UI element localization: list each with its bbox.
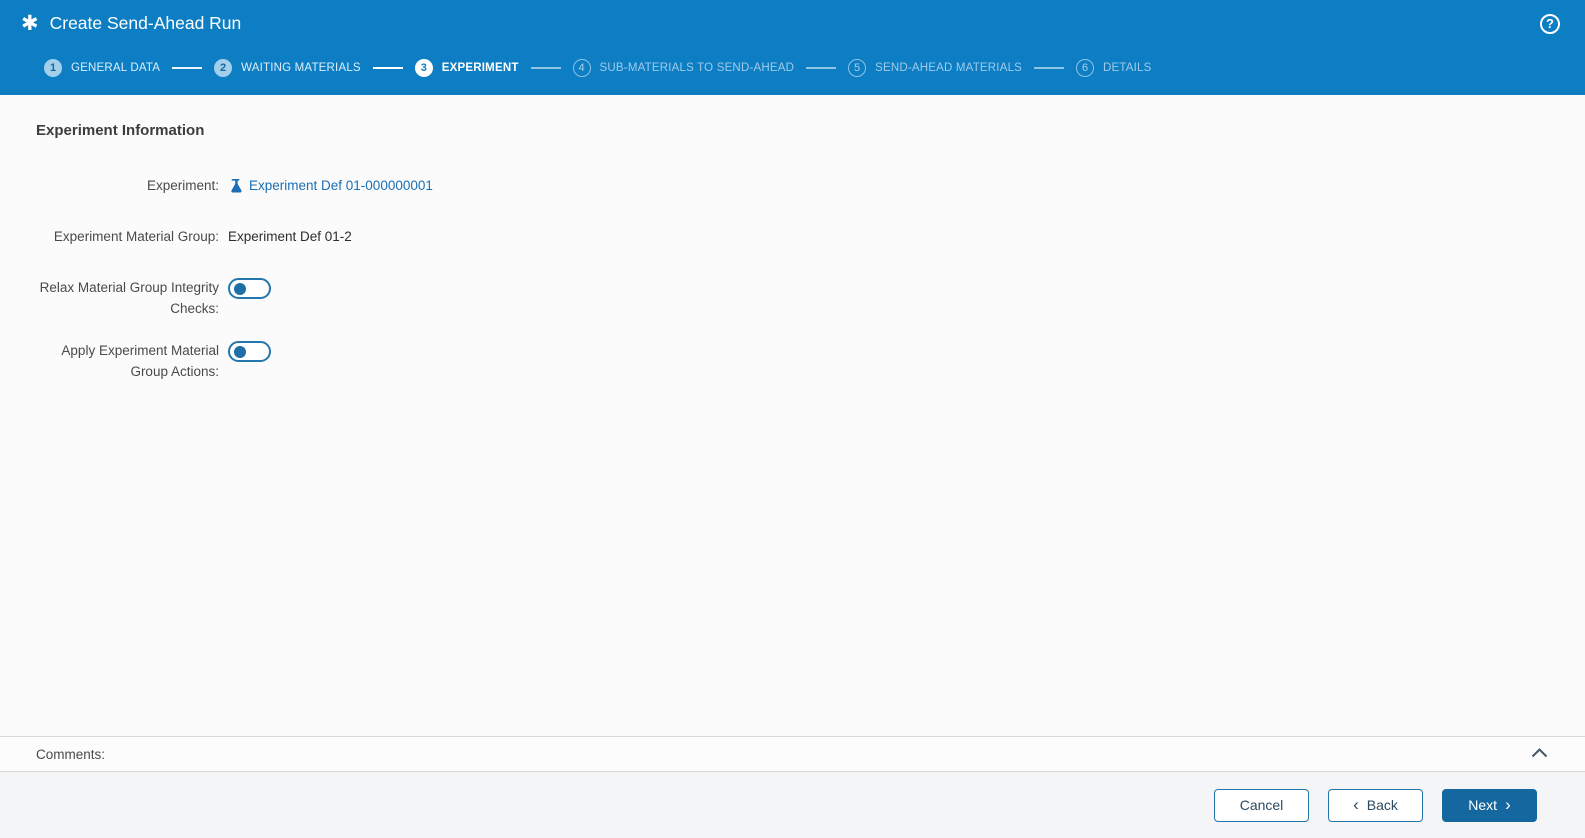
cancel-button[interactable]: Cancel [1214, 788, 1309, 822]
wizard-footer: Cancel ‹ Back Next › [0, 772, 1585, 838]
step-label: GENERAL DATA [71, 62, 161, 74]
step-number: 6 [1076, 59, 1095, 77]
apply-group-actions-row: Apply Experiment Material Group Actions: [36, 340, 1585, 382]
step-number: 2 [214, 59, 233, 77]
step-number: 3 [414, 59, 433, 77]
experiment-material-group-row: Experiment Material Group: Experiment De… [36, 226, 1585, 247]
wizard-step-content: Experiment Information Experiment: Exper… [0, 95, 1585, 382]
chevron-left-icon: ‹ [1353, 795, 1359, 814]
wizard-header: ✱ Create Send-Ahead Run ? 1 GENERAL DATA… [0, 0, 1585, 95]
experiment-link-text[interactable]: Experiment Def 01-000000001 [249, 175, 433, 196]
comments-label: Comments: [36, 746, 106, 762]
experiment-row: Experiment: Experiment Def 01-000000001 [36, 175, 1585, 196]
title-bar: ✱ Create Send-Ahead Run ? [0, 0, 1585, 46]
back-button[interactable]: ‹ Back [1328, 788, 1423, 822]
help-icon[interactable]: ? [1540, 14, 1560, 34]
cancel-button-label: Cancel [1239, 797, 1284, 813]
step-label: DETAILS [1103, 62, 1152, 74]
step-connector [530, 67, 561, 69]
relax-integrity-checks-row: Relax Material Group Integrity Checks: [36, 277, 1585, 319]
step-label: SEND-AHEAD MATERIALS [875, 62, 1023, 74]
step-connector [806, 67, 837, 69]
experiment-material-group-value: Experiment Def 01-2 [228, 229, 352, 244]
step-label: SUB-MATERIALS TO SEND-AHEAD [599, 62, 795, 74]
step-experiment[interactable]: 3 EXPERIMENT [414, 59, 519, 77]
step-number: 1 [44, 59, 62, 77]
step-connector [372, 67, 403, 69]
toggle-knob [234, 282, 246, 295]
step-sub-materials-to-send-ahead[interactable]: 4 SUB-MATERIALS TO SEND-AHEAD [572, 59, 795, 77]
comments-bar: Comments: [0, 736, 1585, 772]
next-button-label: Next [1468, 797, 1498, 813]
asterisk-icon: ✱ [21, 10, 39, 35]
step-send-ahead-materials[interactable]: 5 SEND-AHEAD MATERIALS [848, 59, 1022, 77]
section-heading: Experiment Information [36, 122, 205, 139]
flask-icon [228, 178, 243, 193]
apply-group-actions-toggle[interactable] [228, 341, 271, 362]
next-button[interactable]: Next › [1442, 788, 1537, 822]
relax-integrity-checks-label: Relax Material Group Integrity Checks: [39, 280, 219, 316]
step-details[interactable]: 6 DETAILS [1076, 59, 1151, 77]
experiment-material-group-label: Experiment Material Group: [53, 229, 219, 244]
page-title: Create Send-Ahead Run [49, 12, 242, 33]
step-waiting-materials[interactable]: 2 WAITING MATERIALS [214, 59, 361, 77]
chevron-right-icon: › [1505, 795, 1511, 814]
toggle-knob [234, 345, 246, 358]
back-button-label: Back [1366, 797, 1398, 813]
collapse-comments-button[interactable] [1531, 745, 1548, 763]
step-label: WAITING MATERIALS [241, 62, 361, 74]
experiment-label: Experiment: [146, 178, 219, 193]
wizard-stepper: 1 GENERAL DATA 2 WAITING MATERIALS 3 EXP… [0, 46, 1585, 90]
step-connector [172, 67, 203, 69]
step-connector [1034, 67, 1065, 69]
step-label: EXPERIMENT [441, 62, 519, 74]
chevron-up-icon [1531, 745, 1548, 763]
step-number: 5 [848, 59, 867, 77]
step-general-data[interactable]: 1 GENERAL DATA [44, 59, 160, 77]
apply-group-actions-label: Apply Experiment Material Group Actions: [61, 343, 219, 379]
experiment-link[interactable]: Experiment Def 01-000000001 [228, 175, 433, 196]
step-number: 4 [572, 59, 591, 77]
relax-integrity-checks-toggle[interactable] [228, 278, 271, 299]
